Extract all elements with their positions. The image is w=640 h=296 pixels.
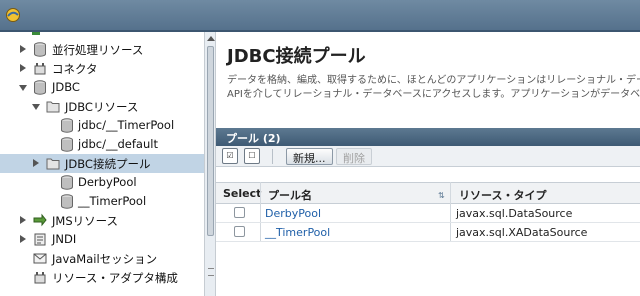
database-icon: [61, 118, 73, 133]
tree-item-default-resource[interactable]: jdbc/__default: [0, 135, 204, 154]
tree-item-label: 並行処理リソース: [52, 43, 144, 57]
resource-type-cell: javax.sql.DataSource: [456, 207, 573, 220]
tree-item-timerpool-resource[interactable]: jdbc/__TimerPool: [0, 116, 204, 135]
expand-arrow-icon[interactable]: [20, 235, 26, 243]
pool-name-link[interactable]: DerbyPool: [265, 207, 321, 220]
collapse-arrow-icon[interactable]: [32, 104, 40, 110]
page-title: JDBC接続プール: [227, 46, 366, 67]
expand-arrow-icon[interactable]: [20, 216, 26, 224]
tree-item-label: JavaMailセッション: [52, 252, 158, 266]
expand-arrow-icon[interactable]: [33, 159, 39, 167]
deselect-all-icon[interactable]: ☐: [244, 148, 260, 164]
pool-name-link[interactable]: __TimerPool: [265, 226, 330, 239]
jms-icon: [33, 213, 47, 227]
tree-item-jms-resources[interactable]: JMSリソース: [0, 211, 204, 230]
database-icon: [34, 42, 46, 57]
tree-item-label: JDBC: [52, 80, 80, 94]
tree-item-connectors[interactable]: コネクタ: [0, 59, 204, 78]
table-toolbar: ☑ ☐ 新規... 削除: [216, 146, 640, 167]
new-button[interactable]: 新規...: [286, 148, 333, 165]
table-title: プール (2): [216, 128, 640, 146]
tree-item-label: jdbc/__default: [78, 137, 158, 151]
tree-item-resource-adapter-configs[interactable]: リソース・アダプタ構成: [0, 268, 204, 287]
tree-scroll-marker: [32, 32, 40, 35]
collapse-arrow-icon[interactable]: [19, 85, 27, 91]
tree-item-label: __TimerPool: [78, 194, 147, 208]
row-select-checkbox[interactable]: [234, 226, 245, 237]
table-header: Select プール名 ⇅ リソース・タイプ: [216, 182, 640, 204]
jndi-icon: [34, 233, 46, 246]
database-icon: [61, 175, 73, 190]
mail-icon: [33, 253, 47, 264]
connector-icon: [34, 63, 46, 75]
tree-item-timerpool[interactable]: __TimerPool: [0, 192, 204, 211]
database-icon: [34, 80, 46, 95]
glassfish-logo-icon: [6, 8, 20, 22]
tree-item-label: JDBC接続プール: [65, 157, 151, 171]
table-row: __TimerPool javax.sql.XADataSource: [216, 223, 640, 242]
column-header-pool-name[interactable]: プール名: [268, 187, 312, 203]
tree-item-label: jdbc/__TimerPool: [78, 118, 175, 132]
tree-item-label: JNDI: [52, 232, 77, 246]
scroll-up-icon[interactable]: [207, 36, 215, 41]
toolbar-divider: [272, 149, 273, 164]
expand-arrow-icon[interactable]: [20, 64, 26, 72]
tree-item-jdbc[interactable]: JDBC: [0, 78, 204, 97]
tree-item-label: コネクタ: [52, 62, 98, 76]
tree-item-jdbc-connection-pools[interactable]: JDBC接続プール: [0, 154, 204, 173]
tree-item-label: リソース・アダプタ構成: [52, 271, 178, 285]
connector-icon: [34, 272, 46, 284]
top-banner: [0, 0, 640, 30]
tree-item-jndi[interactable]: JNDI: [0, 230, 204, 249]
database-icon: [61, 194, 73, 209]
tree-scrollbar[interactable]: [204, 32, 216, 296]
scroll-thumb[interactable]: [207, 46, 214, 236]
folder-icon: [46, 101, 60, 113]
tree-item-jdbc-resources[interactable]: JDBCリソース: [0, 97, 204, 116]
column-header-resource-type[interactable]: リソース・タイプ: [459, 187, 546, 203]
navigation-tree: 並行処理リソース コネクタ JDBC JDBCリソース jdbc/__Timer…: [0, 32, 204, 296]
page-description: APIを介してリレーショナル・データベースにアクセスします。アプリケーションがデ…: [227, 89, 640, 100]
tree-item-label: JMSリソース: [52, 214, 119, 228]
main-content: JDBC接続プール データを格納、編成、取得するために、ほとんどのアプリケーショ…: [216, 32, 640, 296]
tree-item-label: JDBCリソース: [65, 100, 139, 114]
tree-item-concurrent-resources[interactable]: 並行処理リソース: [0, 40, 204, 59]
column-header-select: Select: [223, 187, 262, 200]
splitter-grip-icon[interactable]: [208, 268, 214, 276]
select-all-icon[interactable]: ☑: [222, 148, 238, 164]
tree-item-label: DerbyPool: [78, 175, 137, 189]
row-select-checkbox[interactable]: [234, 207, 245, 218]
sort-icon[interactable]: ⇅: [438, 191, 445, 200]
table-row: DerbyPool javax.sql.DataSource: [216, 204, 640, 223]
folder-icon: [46, 158, 60, 170]
tree-item-derbypool[interactable]: DerbyPool: [0, 173, 204, 192]
delete-button[interactable]: 削除: [336, 148, 372, 165]
tree-item-javamail-sessions[interactable]: JavaMailセッション: [0, 249, 204, 268]
resource-type-cell: javax.sql.XADataSource: [456, 226, 588, 239]
database-icon: [61, 137, 73, 152]
page-description: データを格納、編成、取得するために、ほとんどのアプリケーションはリレーショナル・…: [227, 75, 640, 86]
expand-arrow-icon[interactable]: [20, 45, 26, 53]
